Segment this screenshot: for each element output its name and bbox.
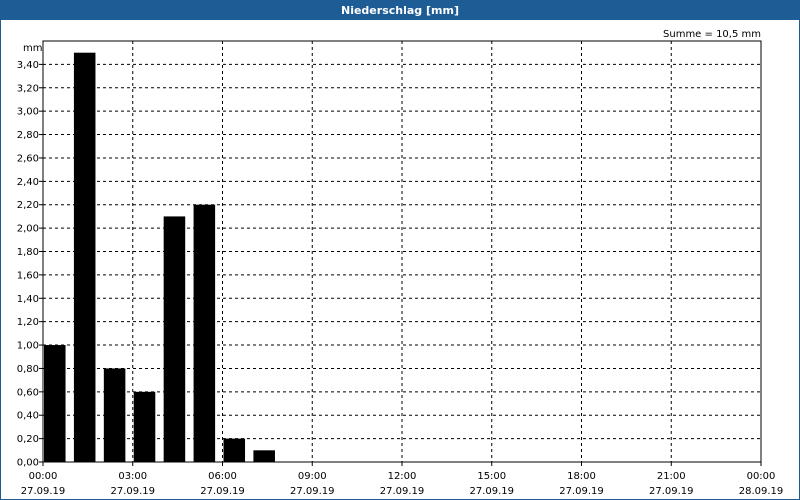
precipitation-chart: 0,00 0,20 0,40 0,60 0,80 1,00 1,20 1,40 1,60 1,80…	[17, 29, 784, 497]
y-tick-label: 0,80	[17, 364, 39, 375]
y-tick-label: 2,20	[17, 200, 39, 211]
sum-annotation: Summe = 10,5 mm	[663, 29, 761, 40]
y-tick-label: 2,80	[17, 130, 39, 141]
x-tick-time-label: 00:00	[29, 471, 58, 482]
x-tick-time-label: 12:00	[388, 471, 417, 482]
y-tick-label: 3,00	[17, 107, 39, 118]
y-tick-label: 0,60	[17, 387, 39, 398]
y-tick-label: 3,40	[17, 60, 39, 71]
y-tick-label: 0,00	[17, 458, 39, 469]
y-tick-label: 0,40	[17, 411, 39, 422]
bar	[44, 345, 66, 462]
x-tick-date-label: 27.09.19	[469, 486, 514, 497]
x-tick-time-label: 09:00	[298, 471, 327, 482]
x-tick-time-label: 06:00	[208, 471, 237, 482]
y-tick-label: 1,60	[17, 270, 39, 281]
y-tick-label: 2,40	[17, 177, 39, 188]
chart-title: Niederschlag [mm]	[1, 1, 799, 20]
x-tick-labels: 00:00 27.09.19 03:00 27.09.19 06:00 27.09.19 0…	[21, 471, 784, 497]
y-tick-label: 2,00	[17, 224, 39, 235]
bar	[193, 204, 216, 462]
y-tick-label: 1,20	[17, 317, 39, 328]
y-tick-label: 1,80	[17, 247, 39, 258]
x-tick-date-label: 27.09.19	[290, 486, 335, 497]
bar	[73, 52, 96, 462]
x-tick-date-label: 27.09.19	[559, 486, 604, 497]
bar	[103, 368, 126, 462]
bars	[44, 52, 275, 462]
bar	[253, 450, 275, 462]
x-tick-date-label: 27.09.19	[110, 486, 155, 497]
x-tick-date-label: 27.09.19	[649, 486, 694, 497]
x-tick-date-label: 27.09.19	[21, 486, 66, 497]
y-tick-label: 0,20	[17, 434, 39, 445]
x-tick-date-label: 27.09.19	[380, 486, 425, 497]
bar	[163, 216, 186, 462]
y-tick-label: 1,00	[17, 341, 39, 352]
y-tick-label: 3,20	[17, 83, 39, 94]
chart-window: Niederschlag [mm] 0,00 0,20 0,40 0,60 0,80 1,…	[0, 0, 800, 500]
bar	[133, 391, 156, 462]
x-tick-time-label: 00:00	[747, 471, 776, 482]
x-tick-time-label: 15:00	[477, 471, 506, 482]
y-tick-labels: 0,00 0,20 0,40 0,60 0,80 1,00 1,20 1,40 1,60 1,80…	[17, 60, 39, 469]
x-tick-time-label: 03:00	[118, 471, 147, 482]
bar	[223, 438, 246, 462]
x-tick-time-label: 18:00	[567, 471, 596, 482]
x-tick-date-label: 28.09.19	[739, 486, 784, 497]
x-tick-time-label: 21:00	[657, 471, 686, 482]
x-tick-date-label: 27.09.19	[200, 486, 245, 497]
y-tick-label: 2,60	[17, 153, 39, 164]
y-tick-label: 1,40	[17, 294, 39, 305]
y-axis-label: mm	[23, 43, 42, 54]
